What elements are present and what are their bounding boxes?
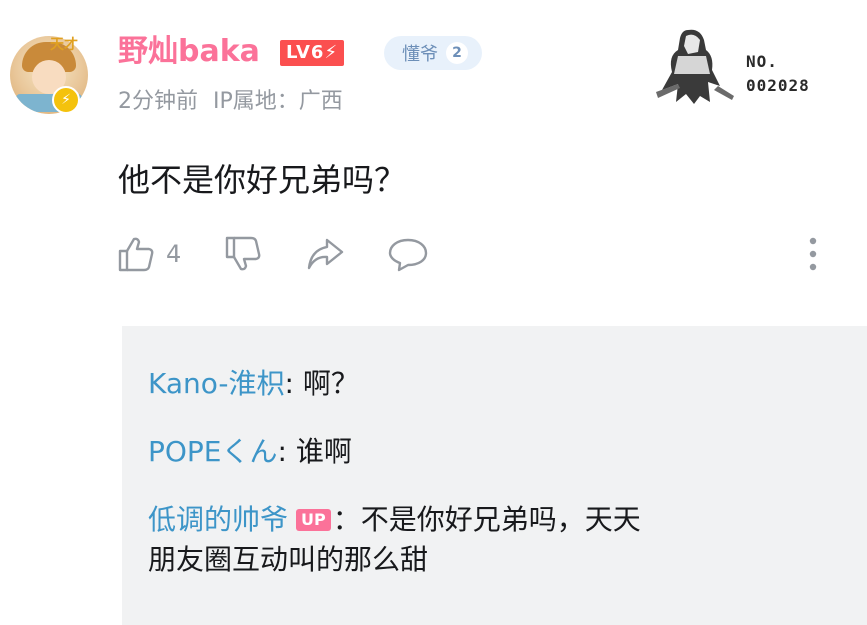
more-options-icon[interactable] (798, 234, 828, 274)
comment-page: 天才 ⚡ 野灿baka LV6⚡ 懂爷 2 2分钟前 IP属地：广西 NO. 0… (0, 0, 867, 625)
thumbs-up-icon (118, 237, 154, 272)
reply-separator: ： (332, 503, 361, 536)
avatar-pendant-label: 天才 (50, 37, 78, 53)
like-count: 4 (166, 240, 182, 268)
decoration-number-value: 002028 (746, 76, 810, 95)
reply-content-continued: 朋友圈互动叫的那么甜 (148, 543, 429, 576)
reply-item[interactable]: POPEくん: 谁啊 (148, 432, 828, 472)
comment-time: 2分钟前 (118, 89, 198, 114)
level-lightning-icon: ⚡ (324, 42, 339, 63)
like-button[interactable]: 4 (116, 234, 181, 274)
lightning-icon: ⚡ (52, 86, 80, 114)
reply-username[interactable]: 低调的帅爷 (148, 503, 288, 536)
reply-item[interactable]: 低调的帅爷 UP ：不是你好兄弟吗，天天朋友圈互动叫的那么甜 (148, 500, 828, 580)
assassin-decoration-icon (656, 29, 734, 104)
comment-actions: 4 (116, 230, 471, 278)
comment-bubble-icon (389, 238, 428, 272)
level-badge: LV6⚡ (280, 40, 345, 66)
fan-medal-badge[interactable]: 懂爷 2 (384, 36, 482, 70)
reply-content: 啊？ (302, 367, 359, 400)
share-button[interactable] (305, 234, 345, 274)
fan-medal-name: 懂爷 (402, 44, 438, 65)
share-icon (308, 238, 344, 270)
reply-separator: : (284, 367, 303, 400)
reply-button[interactable] (387, 234, 429, 274)
dislike-button[interactable] (223, 234, 263, 274)
level-text: LV6 (286, 42, 325, 63)
thumbs-down-icon (226, 236, 261, 271)
reply-preview-box[interactable]: Kano-淮枳: 啊？ POPEくん: 谁啊 低调的帅爷 UP ：不是你好兄弟吗，天… (122, 326, 867, 625)
reply-item[interactable]: Kano-淮枳: 啊？ (148, 364, 828, 404)
decoration-number-prefix: NO. (746, 52, 778, 71)
reply-username[interactable]: Kano-淮枳 (148, 367, 285, 400)
comment-username[interactable]: 野灿baka (118, 32, 260, 72)
decoration-number: NO. 002028 (746, 50, 810, 98)
reply-username[interactable]: POPEくん (148, 435, 278, 468)
up-badge: UP (296, 509, 331, 531)
reply-content: 谁啊 (295, 435, 352, 468)
ip-location: IP属地：广西 (213, 89, 343, 114)
comment-meta: 2分钟前 IP属地：广西 (118, 86, 351, 118)
reply-content: 不是你好兄弟吗，天天 (360, 503, 641, 536)
comment-content: 他不是你好兄弟吗？ (118, 161, 407, 199)
reply-separator: : (277, 435, 296, 468)
fan-medal-level: 2 (446, 42, 468, 64)
